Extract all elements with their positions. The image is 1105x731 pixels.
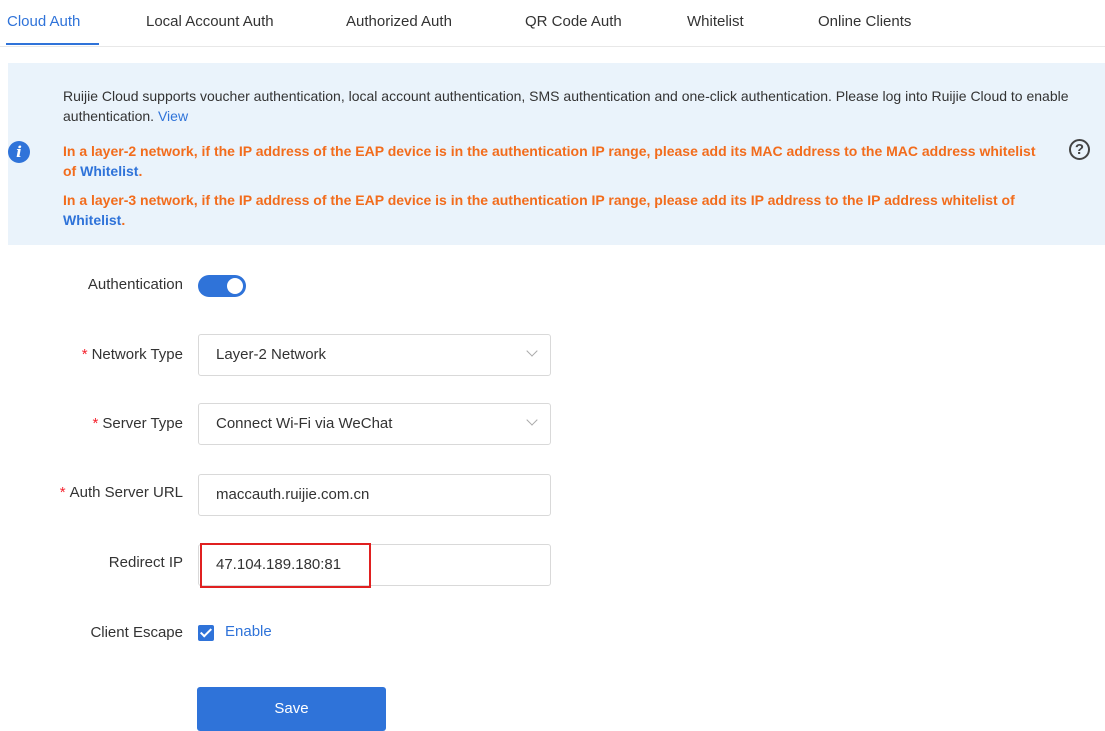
tab-bar: Cloud Auth Local Account Auth Authorized…	[0, 0, 1105, 47]
tab-online-clients[interactable]: Online Clients	[818, 0, 911, 44]
info-notice: i Ruijie Cloud supports voucher authenti…	[8, 63, 1105, 245]
tab-cloud-auth[interactable]: Cloud Auth	[7, 0, 80, 44]
layer3-warning: In a layer-3 network, if the IP address …	[63, 190, 1048, 230]
network-type-select[interactable]: Layer-2 Network	[198, 334, 551, 376]
notice-main-text: Ruijie Cloud supports voucher authentica…	[63, 86, 1083, 126]
client-escape-checkbox[interactable]	[198, 625, 214, 641]
network-type-label-text: Network Type	[91, 346, 183, 363]
tab-whitelist[interactable]: Whitelist	[687, 0, 744, 44]
whitelist-link-1[interactable]: Whitelist	[80, 163, 138, 179]
redirect-ip-label: Redirect IP	[108, 554, 183, 571]
whitelist-link-2[interactable]: Whitelist	[63, 212, 121, 228]
help-icon[interactable]: ?	[1069, 139, 1090, 160]
toggle-knob	[227, 278, 243, 294]
auth-server-url-input[interactable]: maccauth.ruijie.com.cn	[198, 474, 551, 516]
server-type-label-text: Server Type	[102, 415, 183, 432]
authentication-toggle[interactable]	[198, 275, 246, 297]
enable-label[interactable]: Enable	[225, 623, 272, 640]
checkmark-icon	[199, 625, 213, 638]
tab-local-account-auth[interactable]: Local Account Auth	[146, 0, 274, 44]
authentication-label: Authentication	[87, 276, 183, 293]
client-escape-label: Client Escape	[90, 624, 183, 641]
tab-authorized-auth[interactable]: Authorized Auth	[346, 0, 452, 44]
tab-qr-code-auth[interactable]: QR Code Auth	[525, 0, 622, 44]
layer2-warning-text: In a layer-2 network, if the IP address …	[63, 143, 1036, 179]
auth-server-url-value: maccauth.ruijie.com.cn	[216, 486, 370, 503]
network-type-label: * Network Type	[0, 346, 183, 363]
server-type-label: * Server Type	[0, 415, 183, 432]
chevron-down-icon	[526, 345, 538, 357]
info-icon: i	[8, 141, 30, 163]
auth-server-url-label-text: Auth Server URL	[69, 484, 183, 501]
active-tab-indicator	[6, 43, 99, 45]
network-type-value: Layer-2 Network	[216, 346, 327, 363]
redirect-ip-highlight-box	[200, 543, 371, 588]
period-2: .	[121, 212, 126, 228]
period-1: .	[138, 163, 143, 179]
server-type-select[interactable]: Connect Wi-Fi via WeChat	[198, 403, 551, 445]
layer3-warning-text: In a layer-3 network, if the IP address …	[63, 192, 1015, 208]
chevron-down-icon	[526, 414, 538, 426]
required-mark: *	[59, 484, 66, 501]
layer2-warning: In a layer-2 network, if the IP address …	[63, 141, 1048, 181]
view-link[interactable]: View	[158, 108, 188, 124]
auth-server-url-label: * Auth Server URL	[0, 484, 183, 501]
required-mark: *	[81, 346, 88, 363]
save-button[interactable]: Save	[197, 687, 386, 731]
server-type-value: Connect Wi-Fi via WeChat	[216, 415, 393, 432]
notice-main-body: Ruijie Cloud supports voucher authentica…	[63, 88, 1069, 124]
required-mark: *	[92, 415, 99, 432]
